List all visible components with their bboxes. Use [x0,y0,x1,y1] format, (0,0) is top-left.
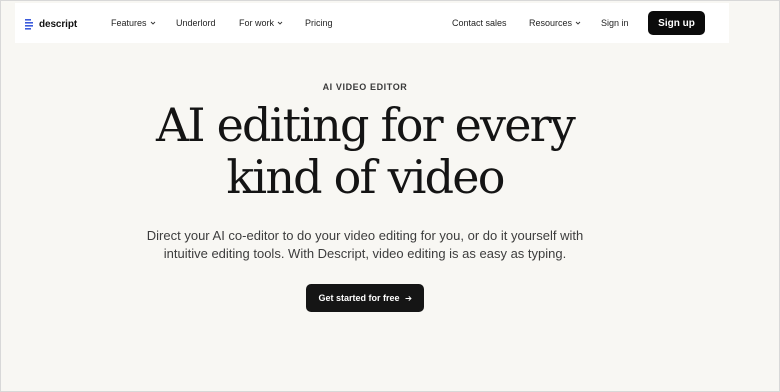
hero-description: Direct your AI co-editor to do your vide… [121,227,609,263]
nav-resources[interactable]: Resources [529,18,581,28]
arrow-right-icon [405,295,412,301]
get-started-label: Get started for free [318,293,400,303]
nav-contact-sales[interactable]: Contact sales [452,18,507,28]
nav-pricing[interactable]: Pricing [305,18,333,28]
hero-headline: AI editing for every kind of video [101,99,629,203]
sign-in-link[interactable]: Sign in [601,18,629,28]
browser-viewport: descript Features Underlord For work Pri… [0,0,780,392]
nav-for-work-label: For work [239,18,275,28]
nav-for-work[interactable]: For work [239,18,283,28]
brand-name: descript [39,18,78,30]
top-navigation-bar: descript Features Underlord For work Pri… [15,3,729,43]
sign-in-label: Sign in [601,18,629,28]
nav-features[interactable]: Features [111,18,156,28]
sign-up-label: Sign up [658,17,695,29]
chevron-down-icon [277,21,283,25]
hero-description-line-2: intuitive editing tools. With Descript, … [163,246,567,261]
hero-eyebrow: AI VIDEO EDITOR [322,82,408,92]
nav-underlord[interactable]: Underlord [176,18,216,28]
get-started-button[interactable]: Get started for free [306,284,424,312]
nav-underlord-label: Underlord [176,18,216,28]
hero-description-line-1: Direct your AI co-editor to do your vide… [146,228,584,243]
nav-resources-label: Resources [529,18,573,28]
sign-up-button[interactable]: Sign up [648,11,705,35]
hero-headline-line-1: AI editing for every [155,98,576,152]
descript-logo-icon [25,18,33,30]
nav-pricing-label: Pricing [305,18,333,28]
chevron-down-icon [150,21,155,25]
brand-logo-link[interactable]: descript [25,17,77,31]
nav-contact-sales-label: Contact sales [452,18,507,28]
nav-features-label: Features [111,18,147,28]
hero-headline-line-2: kind of video [226,150,505,204]
chevron-down-icon [575,21,581,25]
